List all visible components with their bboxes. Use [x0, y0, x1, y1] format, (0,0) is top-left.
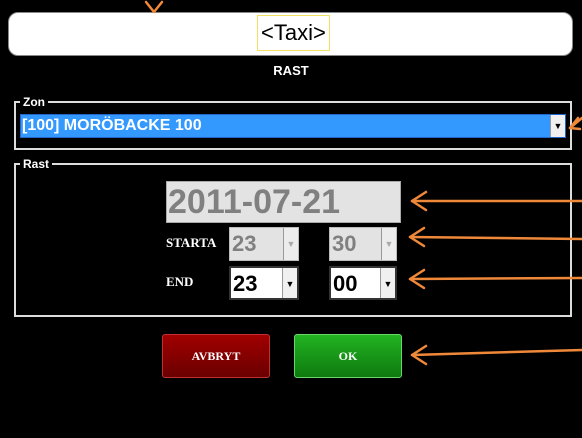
annotation-arrows [144, 0, 582, 366]
arrow-left-icon [408, 226, 582, 248]
arrow-down-icon [144, 0, 164, 14]
arrow-left-icon [408, 268, 582, 290]
arrow-left-icon [410, 190, 582, 212]
arrow-left-icon [410, 344, 582, 366]
arrow-left-icon [568, 116, 582, 131]
